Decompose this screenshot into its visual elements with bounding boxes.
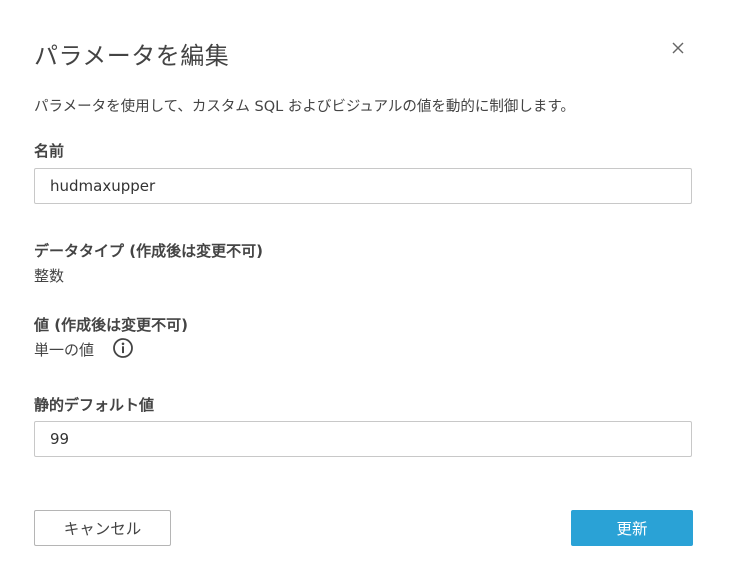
values-label: 値 (作成後は変更不可) (34, 316, 188, 334)
update-button[interactable]: 更新 (571, 510, 693, 546)
data-type-label: データタイプ (作成後は変更不可) (34, 242, 263, 260)
edit-parameter-dialog: パラメータを編集 パラメータを使用して、カスタム SQL およびビジュアルの値を… (0, 0, 729, 577)
dialog-description: パラメータを使用して、カスタム SQL およびビジュアルの値を動的に制御します。 (34, 99, 575, 115)
info-icon[interactable] (112, 337, 134, 359)
default-value-label: 静的デフォルト値 (34, 396, 155, 414)
name-label: 名前 (34, 142, 65, 160)
close-icon[interactable] (668, 38, 688, 58)
name-input[interactable] (34, 168, 692, 204)
dialog-title: パラメータを編集 (34, 42, 230, 70)
data-type-value: 整数 (34, 267, 65, 285)
cancel-button[interactable]: キャンセル (34, 510, 171, 546)
default-value-input[interactable] (34, 421, 692, 457)
values-value: 単一の値 (34, 341, 95, 359)
